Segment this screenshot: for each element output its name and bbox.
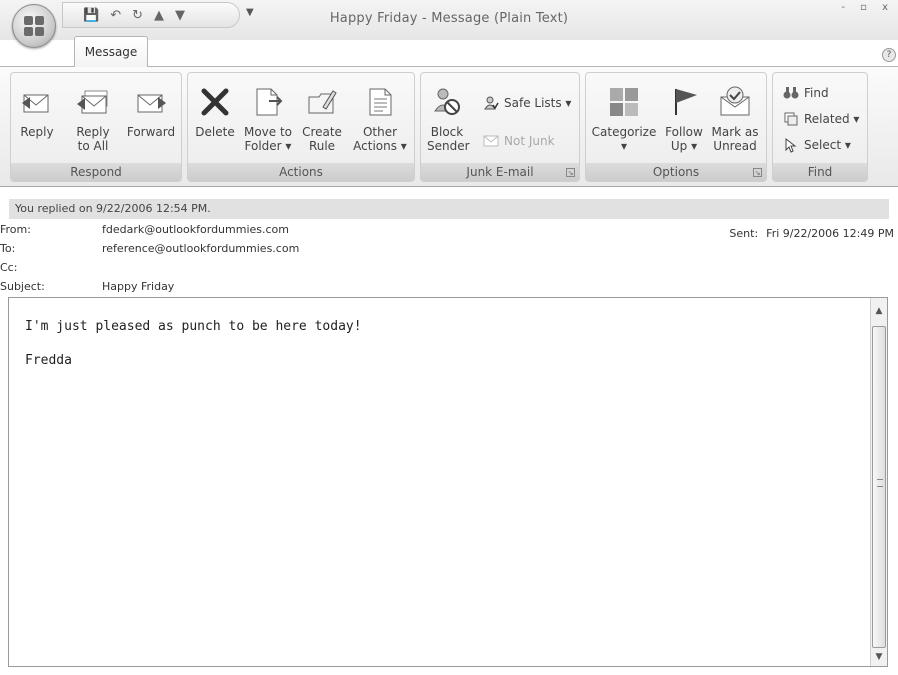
sent-label: Sent: [729,227,759,240]
binoculars-icon [783,87,799,99]
not-junk-button[interactable]: Not Junk [483,133,555,149]
mark-unread-icon [720,86,750,116]
find-button[interactable]: Find [783,85,829,101]
options-group-label: Options [586,163,766,181]
junk-email-group-label: Junk E-mail [421,163,579,181]
reply-icon [22,94,49,113]
reply-all-button[interactable]: Reply to All [71,85,115,153]
delete-button[interactable]: Delete [194,85,236,139]
categorize-button[interactable]: Categorize ▾ [590,85,658,153]
create-rule-button[interactable]: Create Rule [300,85,344,153]
subject-label: Subject: [0,280,45,293]
scroll-grip-icon [877,479,883,487]
cursor-icon [785,137,797,153]
mark-as-unread-button[interactable]: Mark as Unread [710,85,760,153]
ribbon: Reply Reply to All Forward Respond Delete… [0,66,898,187]
block-sender-icon [434,88,460,115]
not-junk-icon [483,135,499,147]
reply-all-icon [77,90,108,114]
help-icon[interactable]: ? [882,48,896,62]
junk-email-launcher-icon[interactable]: ↘ [566,168,575,177]
tab-message[interactable]: Message [74,36,148,67]
select-button[interactable]: Select ▾ [783,137,851,153]
safe-lists-icon [484,96,499,110]
move-to-folder-button[interactable]: Move to Folder ▾ [242,85,294,153]
body-line-3: Fredda [25,353,72,368]
vertical-scrollbar[interactable]: ▲ ▼ [870,298,887,666]
title-bar: 💾 ↶ ↻ ▲ ▼ ▼ Happy Friday - Message (Plai… [0,0,898,40]
block-sender-button[interactable]: Block Sender [427,85,470,153]
follow-up-flag-icon [675,89,697,115]
respond-group-label: Respond [11,163,181,181]
cc-label: Cc: [0,261,18,274]
safe-lists-button[interactable]: Safe Lists ▾ [483,95,571,111]
options-group: Categorize ▾ Follow Up ▾ Mark as Unread Opt… [585,72,767,182]
message-body[interactable]: I'm just pleased as punch to be here tod… [8,297,888,667]
find-group-label: Find [773,163,867,181]
categorize-icon [610,88,638,116]
from-value[interactable]: fdedark@outlookfordummies.com [102,223,289,236]
to-value[interactable]: reference@outlookfordummies.com [102,242,299,255]
move-to-folder-icon [256,88,283,116]
body-line-2 [25,335,362,352]
actions-group: Delete Move to Folder ▾ Create Rule Other A… [187,72,415,182]
message-text[interactable]: I'm just pleased as punch to be here tod… [25,318,362,369]
window-controls[interactable]: - ▫ x [841,2,894,13]
reply-button[interactable]: Reply [17,85,57,139]
sent-value: Fri 9/22/2006 12:49 PM [766,227,894,240]
office-logo-icon [24,16,44,36]
to-label: To: [0,242,16,255]
actions-group-label: Actions [188,163,414,181]
respond-group: Reply Reply to All Forward Respond [10,72,182,182]
related-icon [784,112,798,126]
forward-button[interactable]: Forward [125,85,177,139]
related-button[interactable]: Related ▾ [783,111,859,127]
office-button[interactable] [12,4,56,48]
other-actions-button[interactable]: Other Actions ▾ [352,85,408,153]
scroll-up-icon[interactable]: ▲ [871,304,887,318]
junk-email-group: Block Sender Safe Lists ▾ Not Junk Junk E… [420,72,580,182]
find-group: Find Related ▾ Select ▾ Find [772,72,868,182]
scroll-down-icon[interactable]: ▼ [871,650,887,664]
scroll-thumb[interactable] [872,326,886,648]
other-actions-icon [369,88,392,116]
create-rule-icon [308,90,337,114]
from-label: From: [0,223,31,236]
subject-value: Happy Friday [102,280,175,293]
window-title: Happy Friday - Message (Plain Text) [329,11,569,26]
forward-icon [137,94,166,113]
delete-icon [201,88,229,116]
info-bar[interactable]: You replied on 9/22/2006 12:54 PM. [9,199,889,219]
follow-up-button[interactable]: Follow Up ▾ [662,85,706,153]
options-launcher-icon[interactable]: ↘ [753,168,762,177]
body-line-1: I'm just pleased as punch to be here tod… [25,319,362,334]
sent-row: Sent: Fri 9/22/2006 12:49 PM [729,227,894,240]
